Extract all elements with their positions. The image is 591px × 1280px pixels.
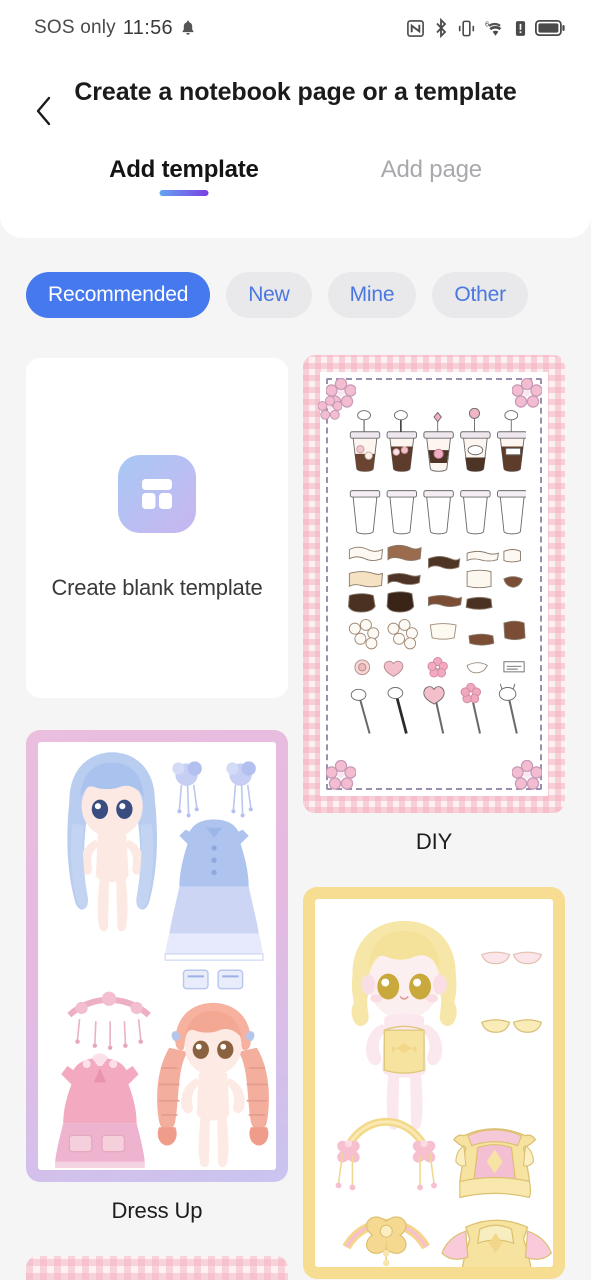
template-card-diy[interactable]: DIY — [303, 355, 565, 855]
vibrate-icon — [457, 19, 476, 38]
blossom-icon — [326, 760, 356, 790]
svg-text:6: 6 — [485, 19, 489, 28]
template-card-label-diy: DIY — [415, 829, 453, 854]
status-bar-right: 6 — [406, 18, 565, 38]
clock-label: 11:56 — [122, 16, 173, 39]
wifi-6-icon: 6 — [485, 19, 506, 38]
bluetooth-icon — [434, 18, 448, 38]
filter-chip-new[interactable]: New — [226, 272, 312, 318]
dress-up-preview — [38, 742, 276, 1170]
filter-chip-other[interactable]: Other — [432, 272, 528, 318]
dress-up-artwork — [55, 752, 269, 1168]
filter-chip-row: Recommended New Mine Other — [0, 238, 591, 318]
create-blank-template-card[interactable]: Create blank template — [26, 358, 288, 698]
template-card-next-peek[interactable] — [26, 1256, 288, 1280]
app-header: Create a notebook page or a template Add… — [0, 56, 591, 238]
nfc-icon — [406, 19, 425, 38]
yellow-doll-artwork — [335, 920, 553, 1267]
tab-add-template[interactable]: Add template — [109, 156, 259, 196]
back-chevron-icon — [36, 96, 50, 126]
blossom-icon — [512, 378, 542, 408]
carrier-label: SOS only — [34, 17, 116, 38]
tab-add-template-label: Add template — [109, 156, 259, 183]
tab-active-indicator — [159, 190, 209, 196]
status-bar: SOS only 11:56 6 — [0, 0, 591, 56]
gallery-column-right: DIY — [303, 355, 565, 1280]
tab-bar: Add template Add page — [0, 156, 591, 196]
battery-icon — [535, 20, 565, 36]
filter-chip-recommended[interactable]: Recommended — [26, 272, 211, 318]
gallery-column-left: Create blank template Dress Up — [26, 358, 288, 1280]
diy-artwork — [347, 407, 526, 734]
header-top-row: Create a notebook page or a template — [0, 76, 591, 134]
bell-icon — [180, 20, 196, 37]
template-card-label-dress-up: Dress Up — [111, 1198, 203, 1223]
blossom-icon — [318, 396, 342, 420]
diy-preview — [318, 372, 548, 796]
template-gallery[interactable]: Create blank template Dress Up DIY — [0, 355, 591, 1280]
filter-chip-mine[interactable]: Mine — [327, 272, 417, 318]
template-card-yellow-doll[interactable] — [303, 887, 565, 1280]
template-card-dress-up[interactable]: Dress Up — [26, 730, 288, 1224]
status-bar-left: SOS only 11:56 — [34, 17, 196, 40]
blossom-icon — [512, 760, 542, 790]
page-title: Create a notebook page or a template — [74, 78, 517, 106]
tab-add-page-label: Add page — [380, 156, 482, 183]
tab-add-page[interactable]: Add page — [381, 156, 482, 196]
back-button[interactable] — [20, 88, 66, 134]
template-layout-icon — [118, 455, 196, 533]
yellow-doll-preview — [315, 899, 553, 1267]
create-blank-template-label: Create blank template — [51, 575, 263, 600]
signal-warning-icon — [515, 19, 526, 38]
